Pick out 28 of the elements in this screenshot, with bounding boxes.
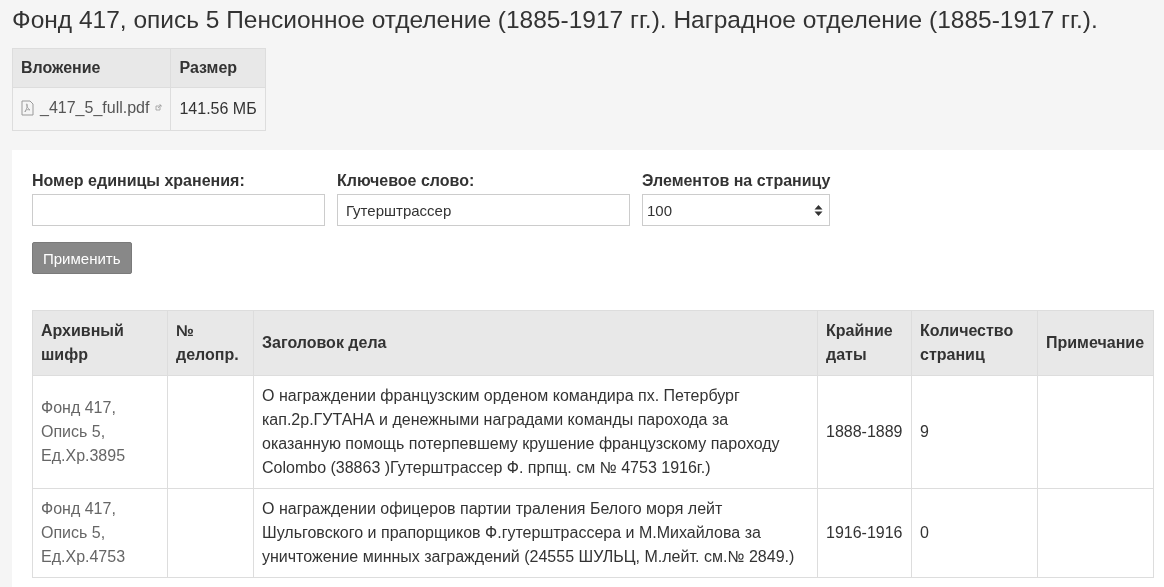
table-cell: Фонд 417, Опись 5, Ед.Хр.3895 <box>32 375 168 489</box>
input-field[interactable]: Гутерштрассер <box>337 194 630 226</box>
page-title: Фонд 417, опись 5 Пенсионное отделение (1885-1917 гг.). Наградное отделение (1885-1917 гг.). <box>12 6 1099 34</box>
table-cell: 1916-1916 <box>817 488 912 578</box>
table-cell: 1888-1889 <box>817 375 912 489</box>
column-header: Заголовок дела <box>253 310 818 376</box>
column-header: Крайние даты <box>817 310 912 376</box>
column-header: № делопр. <box>167 310 254 376</box>
apply-button[interactable]: Применить <box>32 242 132 274</box>
column-header: Примечание <box>1037 310 1154 376</box>
field-label: Ключевое слово: <box>337 172 476 190</box>
column-header: Размер <box>170 48 266 88</box>
table-cell: О награждении офицеров партии траления Белого моря лейт Шульговского и прапорщиков Ф.гутерштрассера и М.Михайлова за уничтожение минных заграждений (24555 ШУЛЬЦ, М.лейт. см.№ 2849.) <box>253 488 818 578</box>
table-cell: 0 <box>911 488 1038 578</box>
external-link-icon <box>155 104 163 111</box>
column-header: Количество страниц <box>911 310 1038 376</box>
table-cell: О награждении французским орденом командира пх. Петербург кап.2р.ГУТАНА и денежными наградами команды парохода за оказанную помощь потерпевшему крушение французскому пароходу Colombo (38863 )Гутерштрассер Ф. прпщ. см № 4753 1916г.) <box>253 375 818 489</box>
column-header: Вложение <box>12 48 171 88</box>
sort-arrows-icon <box>814 203 823 217</box>
table-cell: 141.56 МБ <box>170 87 266 131</box>
pdf-file-icon <box>21 99 34 116</box>
table-cell: 9 <box>911 375 1038 489</box>
table-cell: Фонд 417, Опись 5, Ед.Хр.4753 <box>32 488 168 578</box>
field-label: Номер единицы хранения: <box>32 172 246 190</box>
page-size-select[interactable]: 100 <box>642 194 830 226</box>
input-field[interactable] <box>32 194 325 226</box>
column-header: Архивный шифр <box>32 310 168 376</box>
field-label: Элементов на страницу <box>642 172 831 190</box>
